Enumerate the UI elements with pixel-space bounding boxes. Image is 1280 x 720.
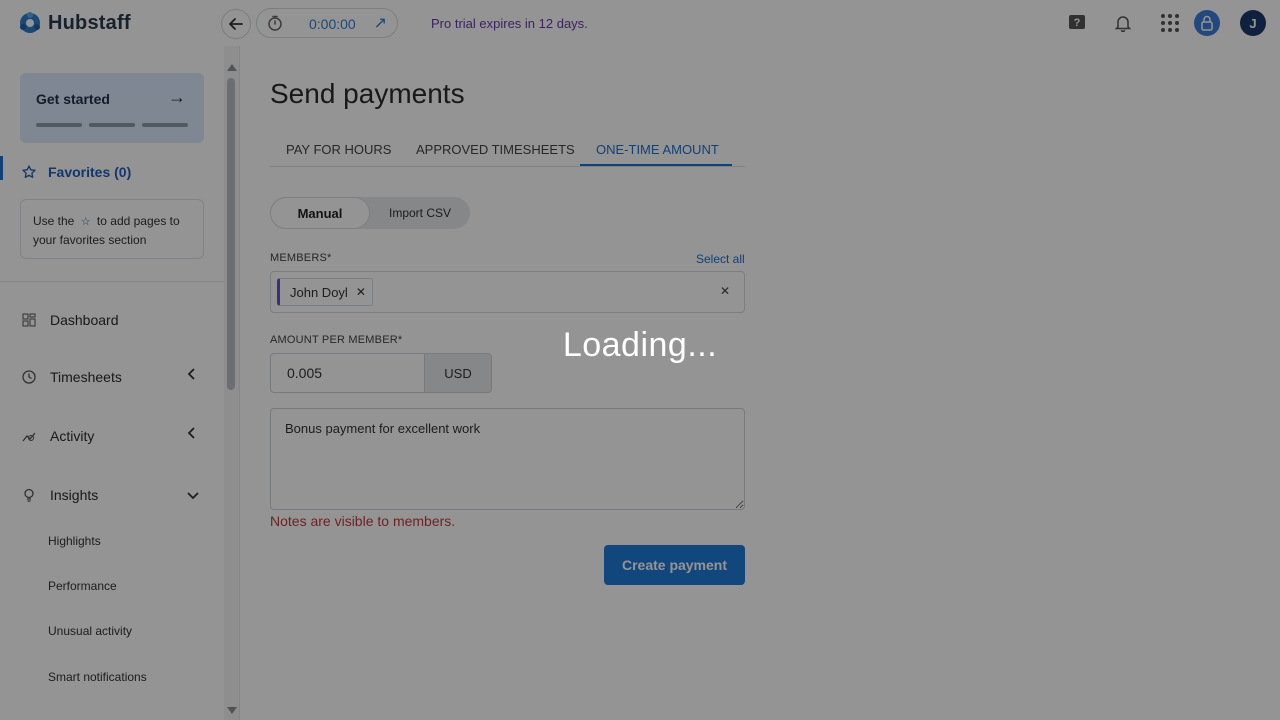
loading-text: Loading... [562,326,718,364]
loading-overlay: Loading... [0,0,1280,720]
